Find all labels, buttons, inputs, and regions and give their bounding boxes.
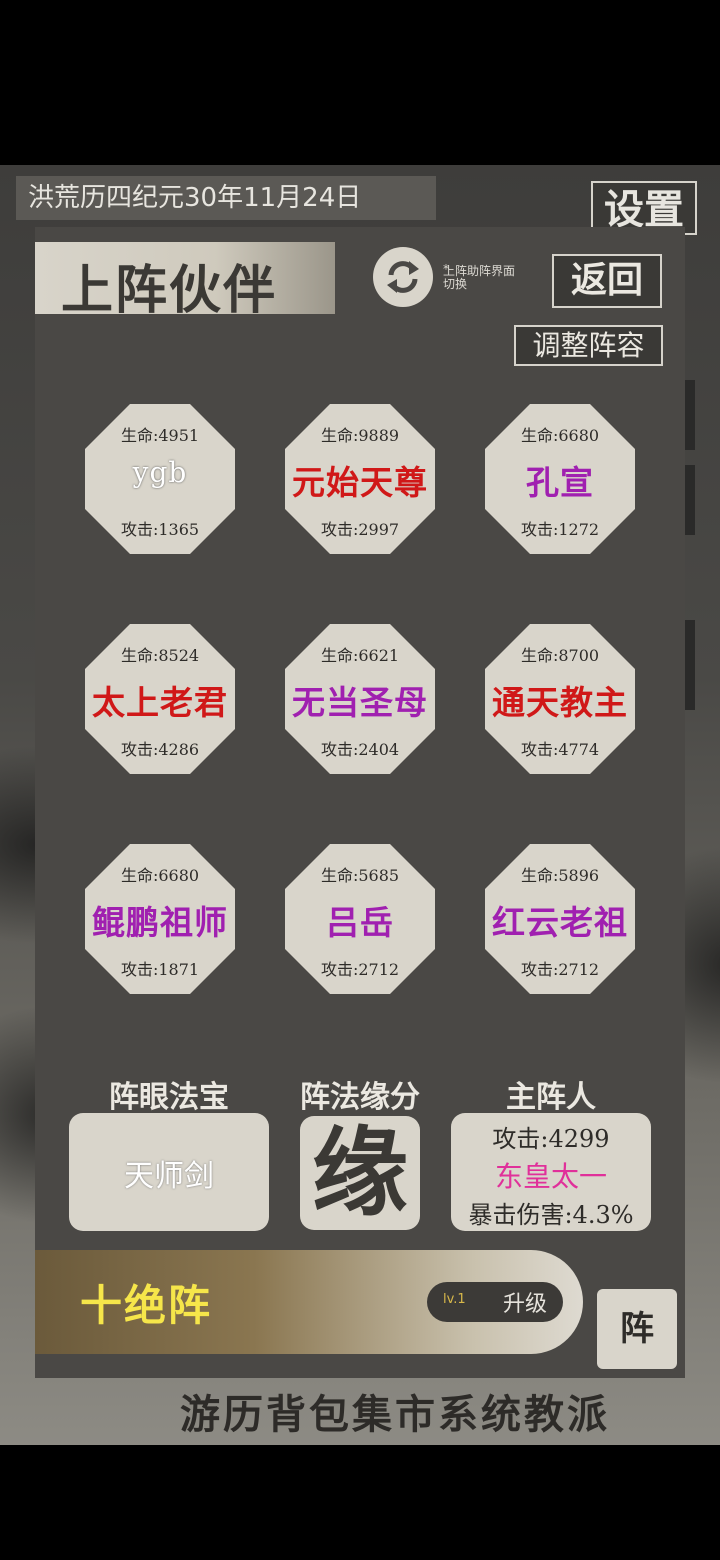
formation-side-button[interactable]: 阵 xyxy=(597,1289,677,1369)
formation-master-label: 主阵人 xyxy=(506,1080,596,1115)
partner-attack: 攻击:2712 xyxy=(320,960,400,979)
panel-title: 上阵伙伴 xyxy=(61,261,278,321)
refresh-icon xyxy=(387,261,419,293)
partner-name: 红云老祖 xyxy=(492,903,628,942)
partner-name: 元始天尊 xyxy=(292,463,428,502)
formation-fate-button[interactable]: 缘 xyxy=(300,1116,420,1230)
partner-card[interactable]: 生命:6680 孔宣 攻击:1272 xyxy=(485,404,635,554)
upgrade-button[interactable]: lv.1 升级 xyxy=(427,1282,563,1322)
partner-card[interactable]: 生命:8700 通天教主 攻击:4774 xyxy=(485,624,635,774)
partner-name: 孔宣 xyxy=(526,463,594,502)
partner-hp: 生命:8700 xyxy=(520,646,600,665)
nav-item-system[interactable]: 系统 xyxy=(438,1392,524,1438)
back-button[interactable]: 返回 xyxy=(552,254,662,308)
lineup-panel: 上阵伙伴 * 上阵助阵界面切换 返回 调整阵容 生命:4951 ygb 攻击:1… xyxy=(35,227,685,1378)
master-attack: 攻击:4299 xyxy=(492,1125,610,1153)
partner-hp: 生命:5896 xyxy=(520,866,600,885)
partner-hp: 生命:4951 xyxy=(120,426,200,445)
partner-attack: 攻击:1272 xyxy=(520,520,600,539)
upgrade-label: 升级 xyxy=(503,1292,548,1317)
fate-glyph: 缘 xyxy=(312,1116,408,1229)
partner-hp: 生命:6680 xyxy=(120,866,200,885)
partner-card[interactable]: 生命:9889 元始天尊 攻击:2997 xyxy=(285,404,435,554)
partner-card[interactable]: 生命:6621 无当圣母 攻击:2404 xyxy=(285,624,435,774)
partner-card[interactable]: 生命:5685 吕岳 攻击:2712 xyxy=(285,844,435,994)
adjust-lineup-button[interactable]: 调整阵容 xyxy=(514,325,663,366)
partner-hp: 生命:5685 xyxy=(320,866,400,885)
partner-attack: 攻击:4286 xyxy=(120,740,200,759)
partner-attack: 攻击:2997 xyxy=(320,520,400,539)
nav-item-market[interactable]: 集市 xyxy=(352,1392,438,1438)
switch-view-note: 上阵助阵界面切换 xyxy=(443,264,516,291)
partner-hp: 生命:6680 xyxy=(520,426,600,445)
partner-attack: 攻击:1365 xyxy=(120,520,200,539)
partner-card[interactable]: 生命:4951 ygb 攻击:1365 xyxy=(85,404,235,554)
master-crit: 暴击伤害:4.3% xyxy=(468,1201,634,1229)
nav-item-travel[interactable]: 游历 xyxy=(180,1392,266,1438)
partner-name: 鲲鹏祖师 xyxy=(92,903,228,942)
formation-level: lv.1 xyxy=(443,1292,466,1307)
partner-card[interactable]: 生命:8524 太上老君 攻击:4286 xyxy=(85,624,235,774)
partner-name: 吕岳 xyxy=(326,903,394,942)
background-panel xyxy=(685,620,695,710)
background-panel xyxy=(685,380,695,450)
formation-eye-slot[interactable]: 天师剑 xyxy=(69,1113,269,1231)
formation-bar: 十绝阵 lv.1 升级 xyxy=(35,1250,583,1354)
partner-hp: 生命:9889 xyxy=(320,426,400,445)
switch-view-button[interactable] xyxy=(373,247,433,307)
background-panel xyxy=(685,465,695,535)
formation-name: 十绝阵 xyxy=(80,1281,213,1330)
partner-name: 无当圣母 xyxy=(292,683,428,722)
master-name: 东皇太一 xyxy=(494,1160,607,1193)
partner-card[interactable]: 生命:5896 红云老祖 攻击:2712 xyxy=(485,844,635,994)
bottom-nav: 游历背包集市系统教派 xyxy=(180,1382,610,1440)
partner-hp: 生命:6621 xyxy=(320,646,400,665)
partner-hp: 生命:8524 xyxy=(120,646,200,665)
nav-item-sect[interactable]: 教派 xyxy=(524,1392,610,1438)
partner-name: ygb xyxy=(132,456,188,489)
partner-name: 通天教主 xyxy=(492,683,628,722)
partner-attack: 攻击:4774 xyxy=(520,740,600,759)
formation-eye-label: 阵眼法宝 xyxy=(109,1080,229,1115)
partner-attack: 攻击:2404 xyxy=(320,740,400,759)
formation-master-slot[interactable]: 攻击:4299 东皇太一 暴击伤害:4.3% xyxy=(451,1113,651,1231)
title-plate: 上阵伙伴 xyxy=(35,242,335,321)
partner-attack: 攻击:2712 xyxy=(520,960,600,979)
nav-item-bag[interactable]: 背包 xyxy=(266,1392,352,1438)
partner-attack: 攻击:1871 xyxy=(120,960,200,979)
date-display: 洪荒历四纪元30年11月24日 xyxy=(16,176,436,220)
formation-eye-item: 天师剑 xyxy=(124,1159,214,1194)
partner-card[interactable]: 生命:6680 鲲鹏祖师 攻击:1871 xyxy=(85,844,235,994)
formation-fate-label: 阵法缘分 xyxy=(300,1080,420,1115)
partner-name: 太上老君 xyxy=(92,683,228,722)
